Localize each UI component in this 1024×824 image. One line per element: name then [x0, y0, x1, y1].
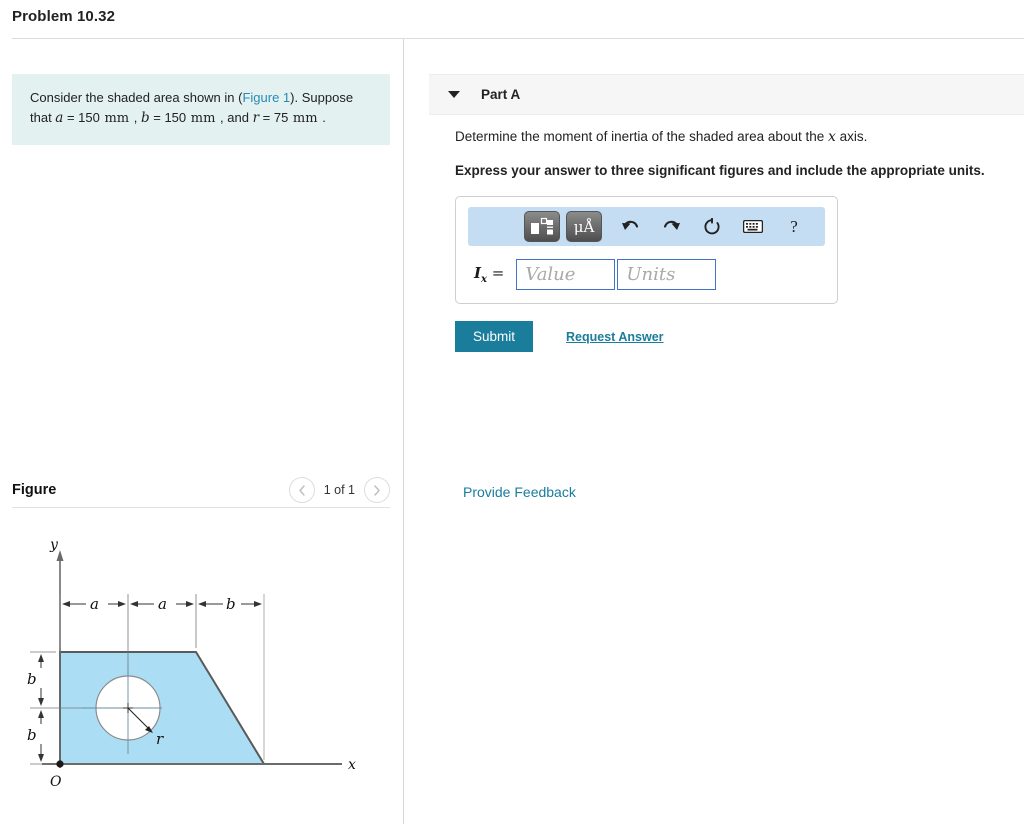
figure-image[interactable]: y x O a a b b b r [12, 514, 390, 801]
figure-next-button[interactable] [364, 477, 390, 503]
math-template-button[interactable] [524, 211, 560, 242]
statement-unit-1: mm [104, 111, 130, 127]
reset-button[interactable] [697, 212, 727, 242]
undo-icon [621, 220, 638, 230]
statement-sep-1: , [130, 110, 141, 126]
shaded-area-diagram: y x O a a b b b r [25, 537, 356, 790]
y-axis-label: y [49, 537, 59, 553]
dim-label-b-top: b [226, 595, 236, 613]
keyboard-icon [743, 220, 763, 233]
answer-row: Ix = [468, 259, 825, 290]
chevron-left-icon [298, 484, 305, 496]
part-a-header[interactable]: Part A [429, 74, 1024, 115]
math-toolbar: μÅ ? [468, 207, 825, 246]
figure-title: Figure [12, 482, 57, 498]
statement-unit-2: mm [190, 111, 216, 127]
statement-text-1: Consider the shaded area shown in ( [30, 90, 243, 105]
help-button[interactable]: ? [779, 212, 809, 242]
figure-header: Figure 1 of 1 [12, 473, 390, 507]
request-answer-link[interactable]: Request Answer [566, 330, 663, 344]
statement-period: . [318, 110, 326, 126]
left-panel: Consider the shaded area shown in (Figur… [0, 39, 404, 824]
page-header: Problem 10.32 [0, 0, 1024, 38]
question-suffix: axis. [835, 129, 868, 144]
body-wrapper: Consider the shaded area shown in (Figur… [0, 39, 1024, 824]
caret-down-icon[interactable] [448, 91, 460, 98]
chevron-right-icon [374, 484, 380, 496]
figure-prev-button[interactable] [288, 477, 315, 503]
units-icon: μÅ [573, 217, 595, 236]
math-template-icon [531, 217, 553, 234]
statement-sep-2: , and [216, 110, 253, 126]
dim-label-b-1: b [27, 670, 37, 688]
answer-symbol: I [474, 264, 482, 282]
answer-label: Ix = [474, 264, 504, 285]
dim-label-a-2: a [158, 595, 167, 613]
figure-count-label: 1 of 1 [323, 483, 355, 497]
question-text: Determine the moment of inertia of the s… [455, 129, 1024, 145]
statement-eq-3: = 75 [259, 110, 292, 126]
provide-feedback-link[interactable]: Provide Feedback [463, 484, 576, 500]
answer-entry-box: μÅ ? Ix = Value Units [455, 196, 838, 304]
undo-button[interactable] [615, 212, 645, 242]
figure-panel: Figure 1 of 1 y x O a a b b b r [12, 473, 390, 801]
units-button[interactable]: μÅ [566, 211, 602, 242]
value-input[interactable] [516, 259, 616, 290]
dim-label-a-1: a [90, 595, 99, 613]
figure-1-link[interactable]: Figure 1 [242, 90, 290, 105]
dim-label-b-2: b [27, 726, 37, 744]
part-a-content: Determine the moment of inertia of the s… [455, 129, 1024, 500]
keyboard-button[interactable] [738, 212, 768, 242]
submit-row: Submit Request Answer [455, 321, 1024, 352]
statement-var-b: b [140, 110, 150, 127]
origin-label: O [50, 774, 62, 790]
statement-unit-3: mm [292, 111, 318, 127]
reset-icon [704, 217, 720, 234]
page-title: Problem 10.32 [12, 8, 116, 25]
radius-label: r [156, 730, 164, 748]
figure-nav: 1 of 1 [288, 477, 390, 503]
statement-eq-2: = 150 [149, 110, 190, 126]
origin-point [56, 760, 64, 768]
right-panel: Part A Determine the moment of inertia o… [404, 39, 1024, 824]
question-axis-var: x [827, 129, 836, 145]
instruction-text: Express your answer to three significant… [455, 163, 985, 178]
x-axis-label: x [348, 757, 356, 773]
answer-equals: = [487, 264, 505, 282]
submit-button[interactable]: Submit [455, 321, 534, 352]
part-a-title: Part A [481, 87, 521, 102]
figure-divider [12, 507, 390, 508]
statement-eq-1: = 150 [63, 110, 104, 126]
problem-statement: Consider the shaded area shown in (Figur… [12, 74, 390, 146]
redo-button[interactable] [656, 212, 686, 242]
units-input[interactable] [617, 259, 717, 290]
question-prefix: Determine the moment of inertia of the s… [455, 129, 828, 144]
redo-icon [663, 220, 680, 230]
